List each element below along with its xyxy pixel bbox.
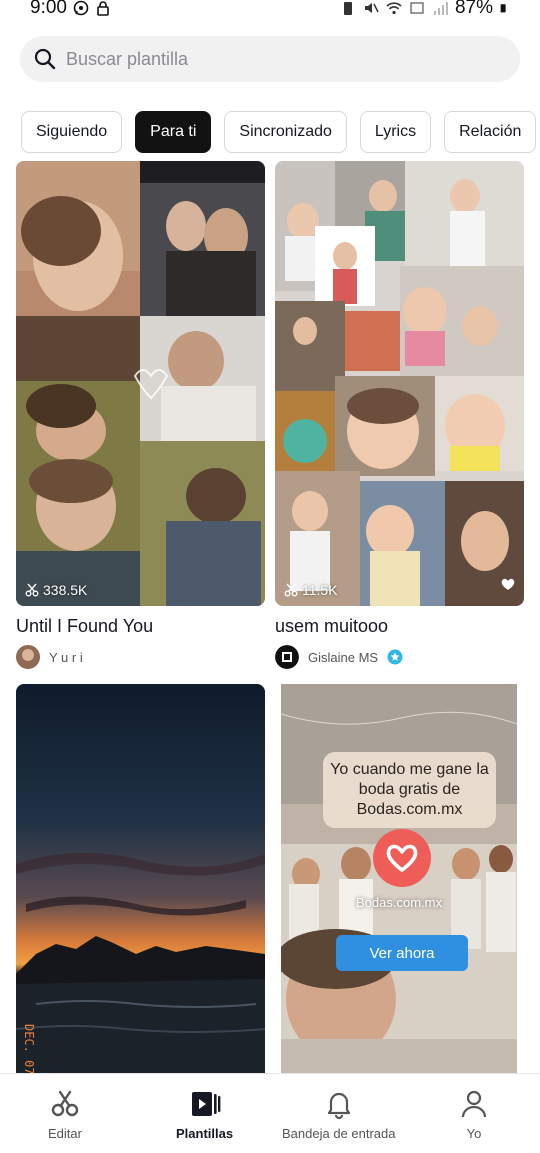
ad-headline: Yo cuando me gane la boda gratis de Boda… [323, 752, 496, 828]
category-tabs: Siguiendo Para ti Sincronizado Lyrics Re… [21, 111, 537, 153]
battery-saver-icon [343, 2, 352, 15]
nav-bandeja-label: Bandeja de entrada [282, 1126, 396, 1141]
signal-icon [433, 2, 448, 15]
nav-bandeja[interactable]: Bandeja de entrada [282, 1088, 395, 1141]
scissors-icon [284, 583, 298, 597]
bottom-navigation: Editar Plantillas Bandeja de entrada Yo [0, 1073, 540, 1153]
template-card-thumbnail[interactable]: 11.5K [275, 161, 524, 606]
status-time: 9:00 [30, 0, 67, 18]
nav-yo[interactable]: Yo [458, 1088, 490, 1141]
author-name: Y u r i [49, 649, 83, 665]
ad-logo [373, 829, 431, 887]
nav-plantillas[interactable]: Plantillas [176, 1088, 233, 1141]
uses-count-value: 11.5K [302, 582, 338, 598]
nav-editar-label: Editar [48, 1126, 82, 1141]
ad-brand-name: Bodas.com.mx [356, 895, 442, 910]
nav-yo-label: Yo [466, 1126, 482, 1141]
search-bar[interactable] [20, 36, 520, 82]
template-author[interactable]: Y u r i [16, 645, 83, 669]
tab-siguiendo[interactable]: Siguiendo [21, 111, 123, 153]
scissors-icon [51, 1090, 79, 1117]
nav-editar[interactable]: Editar [48, 1088, 82, 1141]
lte-icon [410, 2, 424, 14]
templates-icon [191, 1092, 220, 1116]
uses-count: 11.5K [284, 582, 338, 598]
photo-date-stamp: DEC. 07 [22, 1024, 36, 1073]
template-preview-image [275, 161, 524, 606]
scissors-icon [25, 583, 39, 597]
tab-relacion[interactable]: Relación [444, 111, 537, 153]
wifi-icon [386, 2, 402, 15]
profile-icon [461, 1090, 487, 1118]
battery-icon [500, 4, 506, 13]
status-bar: 9:00 87% [0, 0, 540, 22]
tab-para-ti[interactable]: Para ti [135, 111, 212, 153]
heart-icon[interactable] [500, 576, 516, 592]
mute-icon [364, 3, 379, 13]
template-card-thumbnail[interactable]: DEC. 07 [16, 684, 265, 1073]
uses-count-value: 338.5K [43, 582, 88, 598]
tab-sincronizado[interactable]: Sincronizado [224, 111, 347, 153]
lock-icon [97, 1, 109, 16]
status-right: 87% [340, 0, 510, 19]
avatar [16, 645, 40, 669]
battery-level: 87% [454, 0, 493, 18]
search-icon [34, 48, 56, 70]
ad-card[interactable]: Yo cuando me gane la boda gratis de Boda… [281, 684, 517, 1073]
template-title[interactable]: Until I Found You [16, 616, 153, 637]
template-card-thumbnail[interactable]: 338.5K [16, 161, 265, 606]
template-preview-image [16, 684, 265, 1073]
heart-logo-icon [386, 844, 418, 872]
verified-badge-icon [387, 649, 403, 665]
status-left: 9:00 [30, 0, 111, 19]
template-author[interactable]: Gislaine MS [275, 645, 403, 669]
template-preview-image [16, 161, 265, 606]
avatar [275, 645, 299, 669]
ver-ahora-button[interactable]: Ver ahora [336, 935, 468, 971]
search-input[interactable] [66, 48, 486, 70]
uses-count: 338.5K [25, 582, 87, 598]
bell-icon [327, 1092, 350, 1120]
tab-lyrics[interactable]: Lyrics [359, 111, 432, 153]
template-title[interactable]: usem muitooo [275, 616, 388, 637]
nav-plantillas-label: Plantillas [176, 1126, 234, 1141]
whatsapp-icon [73, 0, 89, 16]
author-name: Gislaine MS [308, 649, 379, 665]
